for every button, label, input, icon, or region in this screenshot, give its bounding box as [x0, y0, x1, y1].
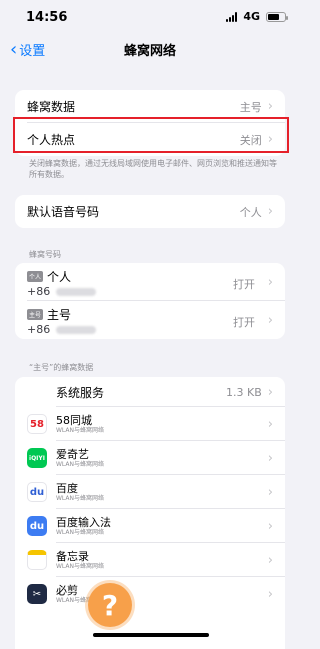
number-title: 主号 主号	[27, 306, 71, 323]
cellular-note: 关闭蜂窝数据，通过无线局域网使用电子邮件、网页浏览和推送通知等所有数据。	[29, 159, 277, 179]
number-name: 个人	[47, 270, 72, 284]
app-text: 爱奇艺 WLAN与蜂窝网络	[56, 448, 104, 469]
chevron-right-icon: ›	[267, 204, 273, 219]
cellular-data-label: 蜂窝数据	[27, 100, 76, 114]
chevron-right-icon: ›	[267, 384, 273, 400]
numbers-card: 个人 个人 +86 打开 › 主号 主号 +86 打开 ›	[15, 263, 285, 339]
app-text: 百度 WLAN与蜂窝网络	[56, 482, 104, 503]
number-status: 打开	[233, 316, 255, 329]
chevron-right-icon: ›	[267, 518, 273, 534]
numbers-section-header: 蜂窝号码	[29, 250, 61, 259]
app-name: 备忘录	[56, 549, 89, 563]
number-tag: 个人	[27, 271, 44, 282]
app-name: 爱奇艺	[56, 447, 89, 461]
nav-bar: ‹ 设置 蜂窝网络	[0, 32, 300, 66]
app-row[interactable]: 备忘录 WLAN与蜂窝网络 ›	[15, 543, 285, 577]
bijian-app-icon: ✂	[27, 584, 47, 604]
page-title: 蜂窝网络	[123, 44, 176, 59]
iqiyi-app-icon: iQIYI	[27, 448, 47, 468]
default-voice-number-value: 个人	[239, 205, 262, 219]
system-services-row[interactable]: 系统服务 1.3 KB ›	[15, 377, 285, 407]
status-time: 14:56	[26, 10, 68, 25]
app-row[interactable]: du 百度 WLAN与蜂窝网络 ›	[15, 475, 285, 509]
app-row[interactable]: ✂ 必剪 WLAN与蜂窝网络 ›	[15, 577, 285, 611]
chevron-right-icon: ›	[267, 552, 273, 568]
app-list: 58 58同城 WLAN与蜂窝网络 › iQIYI 爱奇艺 WLAN与蜂窝网络 › du 百度 WL…	[15, 407, 285, 611]
app-text: 百度输入法 WLAN与蜂窝网络	[56, 516, 111, 537]
app-text: 58同城 WLAN与蜂窝网络	[56, 414, 104, 435]
app-name: 58同城	[56, 413, 92, 427]
chevron-right-icon: ›	[267, 484, 273, 500]
phone-prefix: +86	[27, 323, 51, 336]
chevron-right-icon: ›	[267, 450, 273, 466]
number-row-main[interactable]: 主号 主号 +86 打开 ›	[15, 301, 285, 339]
chevron-right-icon: ›	[267, 275, 273, 290]
battery-icon	[266, 11, 288, 22]
default-voice-number-label: 默认语音号码	[27, 205, 100, 219]
number-phone: +86	[27, 285, 97, 298]
number-name: 主号	[47, 308, 72, 322]
baidu-ime-app-icon: du	[27, 516, 47, 536]
network-type: 4G	[243, 10, 260, 23]
number-status: 打开	[233, 278, 255, 291]
app-network-label: WLAN与蜂窝网络	[56, 528, 105, 536]
home-indicator[interactable]	[93, 633, 209, 637]
app-network-label: WLAN与蜂窝网络	[56, 494, 105, 502]
app-text: 备忘录 WLAN与蜂窝网络	[56, 550, 104, 571]
voice-card: 默认语音号码 个人 ›	[15, 195, 285, 228]
baidu-app-icon: du	[27, 482, 47, 502]
app-name: 百度	[56, 481, 78, 495]
number-phone: +86	[27, 323, 97, 336]
chevron-right-icon: ›	[267, 313, 273, 328]
app-row[interactable]: 58 58同城 WLAN与蜂窝网络 ›	[15, 407, 285, 441]
system-services-value: 1.3 KB	[226, 385, 262, 399]
app-network-label: WLAN与蜂窝网络	[56, 426, 105, 434]
58-app-icon: 58	[27, 414, 47, 434]
help-button[interactable]: ?	[88, 583, 132, 627]
phone-redacted	[56, 326, 97, 334]
status-icons: 4G	[226, 10, 288, 23]
app-network-label: WLAN与蜂窝网络	[56, 460, 105, 468]
phone-prefix: +86	[27, 285, 51, 298]
app-row[interactable]: du 百度输入法 WLAN与蜂窝网络 ›	[15, 509, 285, 543]
chevron-right-icon: ›	[267, 586, 273, 602]
status-bar: 14:56 4G	[0, 0, 300, 32]
cellular-data-value: 主号	[239, 100, 262, 114]
question-icon: ?	[101, 588, 119, 622]
app-network-label: WLAN与蜂窝网络	[56, 562, 105, 570]
highlight-box	[13, 117, 289, 153]
app-row[interactable]: iQIYI 爱奇艺 WLAN与蜂窝网络 ›	[15, 441, 285, 475]
notes-app-icon	[27, 550, 47, 570]
chevron-right-icon: ›	[267, 416, 273, 432]
signal-icon	[226, 11, 238, 22]
number-title: 个人 个人	[27, 268, 71, 285]
chevron-right-icon: ›	[267, 99, 273, 114]
number-row-personal[interactable]: 个人 个人 +86 打开 ›	[15, 263, 285, 301]
system-services-label: 系统服务	[56, 385, 105, 400]
number-tag: 主号	[27, 309, 44, 320]
default-voice-number-row[interactable]: 默认语音号码 个人 ›	[15, 195, 285, 228]
app-data-card: 系统服务 1.3 KB › 58 58同城 WLAN与蜂窝网络 › iQIYI 爱奇艺 WL…	[15, 377, 285, 649]
data-section-header: “主号”的蜂窝数据	[29, 363, 94, 372]
phone-redacted	[56, 288, 97, 296]
app-name: 百度输入法	[56, 515, 111, 529]
